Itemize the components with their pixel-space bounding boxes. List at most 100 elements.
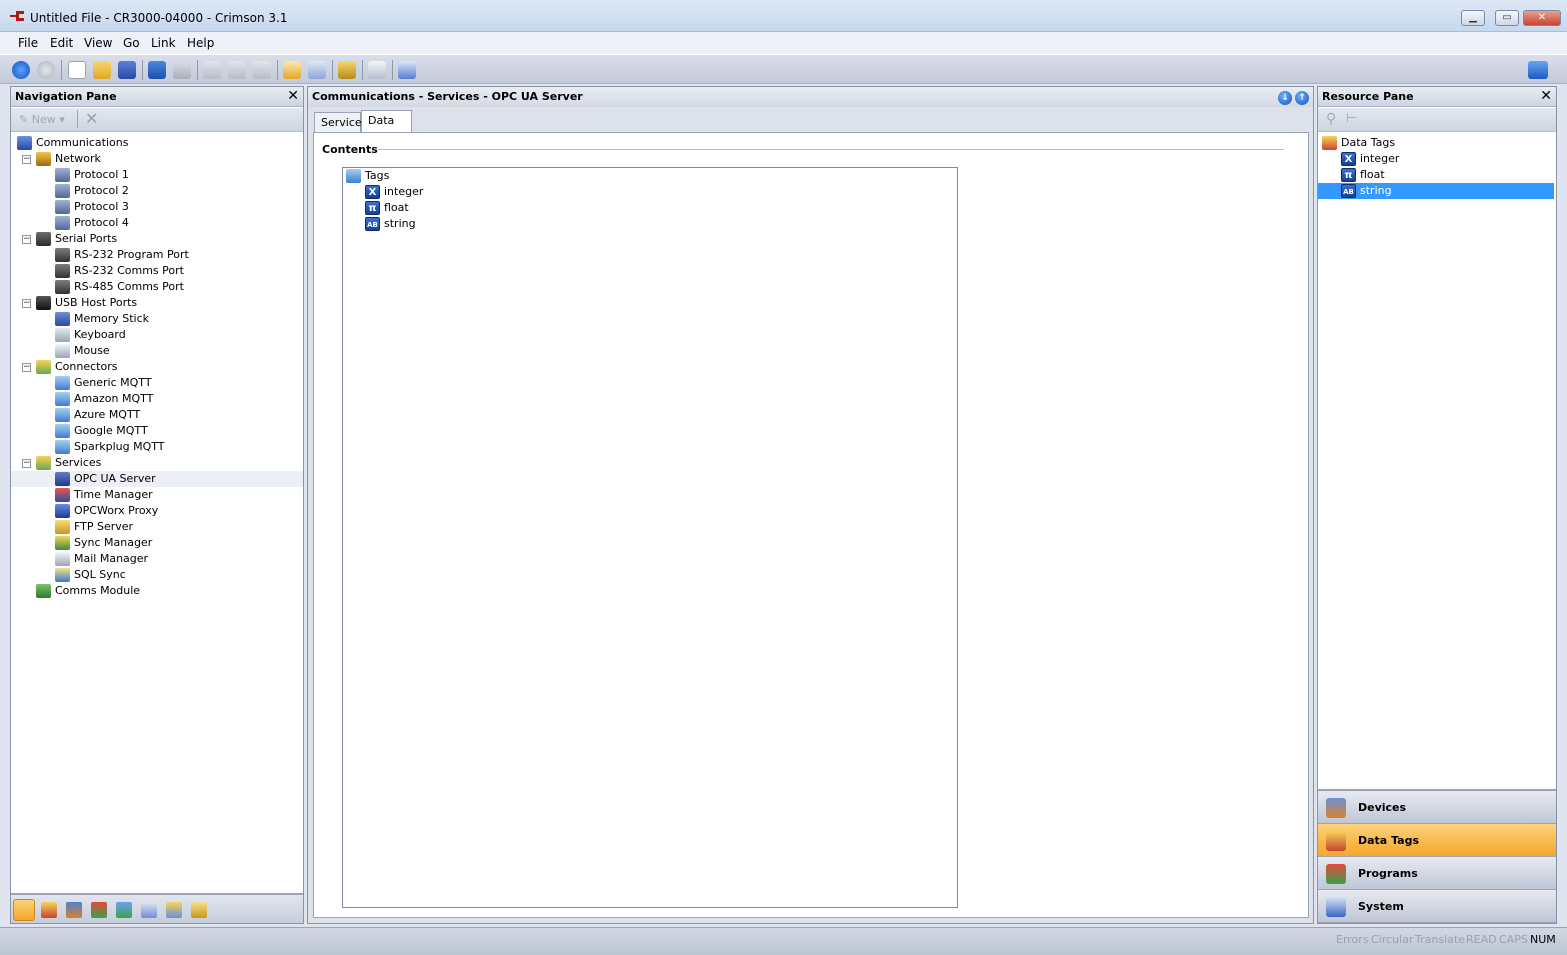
collapse-icon[interactable]: − (22, 235, 31, 244)
tab-service[interactable]: Service (314, 112, 362, 132)
category-button-system[interactable]: System (1318, 890, 1556, 923)
nav-tree-item[interactable]: Mail Manager (11, 551, 303, 567)
menu-view[interactable]: View (84, 36, 112, 50)
delete-icon[interactable]: ✕ (85, 109, 98, 128)
copy-icon[interactable] (228, 61, 246, 79)
nav-tree-item[interactable]: Google MQTT (11, 423, 303, 439)
category-label: Programs (1358, 867, 1418, 880)
nav-tree-item[interactable]: Sync Manager (11, 535, 303, 551)
res-tree-item[interactable]: Data Tags (1318, 135, 1554, 151)
data-tags-view-icon[interactable] (41, 902, 57, 918)
menu-link[interactable]: Link (151, 36, 176, 50)
nav-tree-item[interactable]: Memory Stick (11, 311, 303, 327)
nav-tree-item[interactable]: FTP Server (11, 519, 303, 535)
nav-tree-item[interactable]: Protocol 4 (11, 215, 303, 231)
res-tree-item[interactable]: Xinteger (1318, 151, 1554, 167)
comment-icon[interactable] (368, 61, 386, 79)
nav-tree-item[interactable]: RS-232 Program Port (11, 247, 303, 263)
nav-tree-label: Protocol 1 (74, 168, 129, 181)
display-pages-view-icon[interactable] (66, 902, 82, 918)
res-tree-label: integer (1360, 152, 1400, 165)
pencil-icon: ✎ (19, 113, 32, 126)
tab-data[interactable]: Data (361, 110, 412, 132)
menu-help[interactable]: Help (187, 36, 214, 50)
menu-edit[interactable]: Edit (50, 36, 73, 50)
nav-tree-item[interactable]: Communications (11, 135, 303, 151)
nav-tree-item[interactable]: − USB Host Ports (11, 295, 303, 311)
res-tree-item[interactable]: π float (1318, 167, 1554, 183)
category-button-programs[interactable]: Programs (1318, 857, 1556, 890)
close-button[interactable]: ✕ (1523, 10, 1561, 26)
back-icon[interactable] (12, 61, 30, 79)
nav-tree-item[interactable]: Amazon MQTT (11, 391, 303, 407)
menu-go[interactable]: Go (123, 36, 140, 50)
res-tree-item[interactable]: AB string (1318, 183, 1554, 199)
find-icon[interactable] (308, 61, 326, 79)
nav-tree-item[interactable]: Mouse (11, 343, 303, 359)
menu-file[interactable]: File (18, 36, 38, 50)
nav-tree-item[interactable]: OPCWorx Proxy (11, 503, 303, 519)
find-all-icon[interactable] (283, 61, 301, 79)
help-icon[interactable] (1528, 61, 1548, 79)
nav-tree-item[interactable]: Comms Module (11, 583, 303, 599)
web-server-view-icon[interactable] (116, 902, 132, 918)
communications-view-icon[interactable] (13, 899, 35, 921)
minimize-button[interactable]: ▁ (1461, 10, 1485, 26)
nav-tree-label: Generic MQTT (74, 376, 152, 389)
open-folder-icon[interactable] (93, 61, 111, 79)
programs-view-icon[interactable] (91, 902, 107, 918)
devices-icon (1326, 798, 1346, 818)
contents-tree-label: integer (384, 185, 424, 198)
contents-tree-item[interactable]: Tags (343, 168, 957, 184)
paste-icon[interactable] (253, 61, 271, 79)
nav-tree-item[interactable]: Generic MQTT (11, 375, 303, 391)
contents-tree-item[interactable]: π float (343, 200, 957, 216)
redo-icon[interactable] (173, 61, 191, 79)
nav-tree-item[interactable]: SQL Sync (11, 567, 303, 583)
category-button-devices[interactable]: Devices (1318, 791, 1556, 824)
protocol-icon (55, 168, 70, 182)
sql-view-icon[interactable] (191, 902, 207, 918)
new-button[interactable]: ✎ New ▾ (19, 113, 65, 126)
save-icon[interactable] (118, 61, 136, 79)
close-icon[interactable]: ✕ (1540, 88, 1552, 104)
nav-tree-item[interactable]: − Services (11, 455, 303, 471)
nav-tree-label: Keyboard (74, 328, 126, 341)
nav-tree-item[interactable]: − Serial Ports (11, 231, 303, 247)
nav-tree-item[interactable]: Keyboard (11, 327, 303, 343)
nav-tree-item[interactable]: Sparkplug MQTT (11, 439, 303, 455)
nav-tree-item[interactable]: RS-485 Comms Port (11, 279, 303, 295)
forward-icon[interactable] (37, 61, 55, 79)
search-icon[interactable]: ⚲ (1326, 111, 1336, 127)
collapse-icon[interactable]: − (22, 155, 31, 164)
arrow-down-icon[interactable]: ↓ (1278, 91, 1292, 105)
data-logger-view-icon[interactable] (141, 902, 157, 918)
nav-tree-item[interactable]: − Connectors (11, 359, 303, 375)
send-icon[interactable] (398, 61, 416, 79)
nav-tree-item[interactable]: Time Manager (11, 487, 303, 503)
nav-tree-item[interactable]: Azure MQTT (11, 407, 303, 423)
contents-tree-item[interactable]: Xinteger (343, 184, 957, 200)
collapse-icon[interactable]: − (22, 363, 31, 372)
new-file-icon[interactable] (68, 61, 86, 79)
nav-tree-item[interactable]: Protocol 2 (11, 183, 303, 199)
category-button-data-tags[interactable]: Data Tags (1318, 824, 1556, 857)
collapse-icon[interactable]: − (22, 299, 31, 308)
nav-tree-item[interactable]: OPC UA Server (11, 471, 303, 487)
nav-tree-label: OPC UA Server (74, 472, 156, 485)
contents-tree-item[interactable]: AB string (343, 216, 957, 232)
nav-tree-item[interactable]: − Network (11, 151, 303, 167)
security-view-icon[interactable] (166, 902, 182, 918)
link-icon[interactable] (338, 61, 356, 79)
nav-tree-item[interactable]: RS-232 Comms Port (11, 263, 303, 279)
tree-view-icon[interactable]: ⊢ (1346, 111, 1357, 126)
maximize-button[interactable]: ▭ (1495, 10, 1519, 26)
close-icon[interactable]: ✕ (287, 88, 299, 104)
arrow-up-icon[interactable]: ↑ (1295, 91, 1309, 105)
contents-tree[interactable]: Tags Xinteger π float AB string (342, 167, 958, 908)
undo-icon[interactable] (148, 61, 166, 79)
nav-tree-item[interactable]: Protocol 3 (11, 199, 303, 215)
cut-icon[interactable] (203, 61, 221, 79)
collapse-icon[interactable]: − (22, 459, 31, 468)
nav-tree-item[interactable]: Protocol 1 (11, 167, 303, 183)
